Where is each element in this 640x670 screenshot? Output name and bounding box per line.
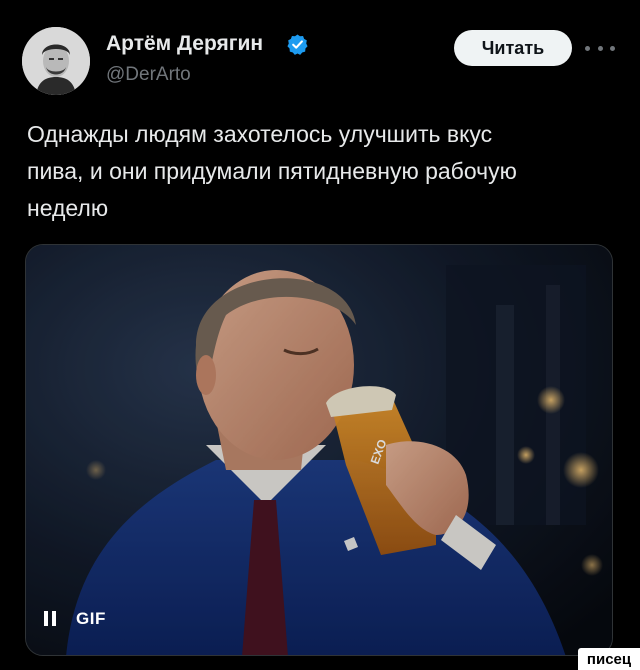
tweet-text: Однажды людям захотелось улучшить вкус п…	[27, 116, 617, 227]
more-dots-icon[interactable]	[585, 40, 615, 56]
pause-bar	[52, 611, 56, 626]
dot	[597, 45, 603, 51]
avatar-portrait	[22, 27, 90, 95]
gif-controls: GIF	[40, 604, 106, 634]
gif-media[interactable]: EXO	[25, 244, 613, 656]
dot	[585, 45, 590, 51]
tweet-text-line: пива, и они придумали пятидневную рабочу…	[27, 158, 517, 184]
verified-badge-icon	[286, 33, 309, 56]
watermark: писец	[578, 648, 640, 670]
author-name[interactable]: Артём Дерягин	[106, 32, 263, 56]
pause-icon[interactable]	[40, 609, 62, 629]
author-handle[interactable]: @DerArto	[106, 64, 191, 86]
gif-badge: GIF	[76, 609, 106, 628]
tweet-text-line: неделю	[27, 195, 109, 221]
tweet-text-line: Однажды людям захотелось улучшить вкус	[27, 121, 493, 147]
dot	[610, 45, 615, 51]
follow-button[interactable]: Читать	[454, 30, 572, 66]
gif-frame-image: EXO	[26, 245, 612, 655]
pause-bar	[44, 611, 48, 626]
avatar[interactable]	[22, 27, 90, 95]
tweet-card: Артём Дерягин @DerArto Читать Однажды лю…	[0, 0, 640, 670]
